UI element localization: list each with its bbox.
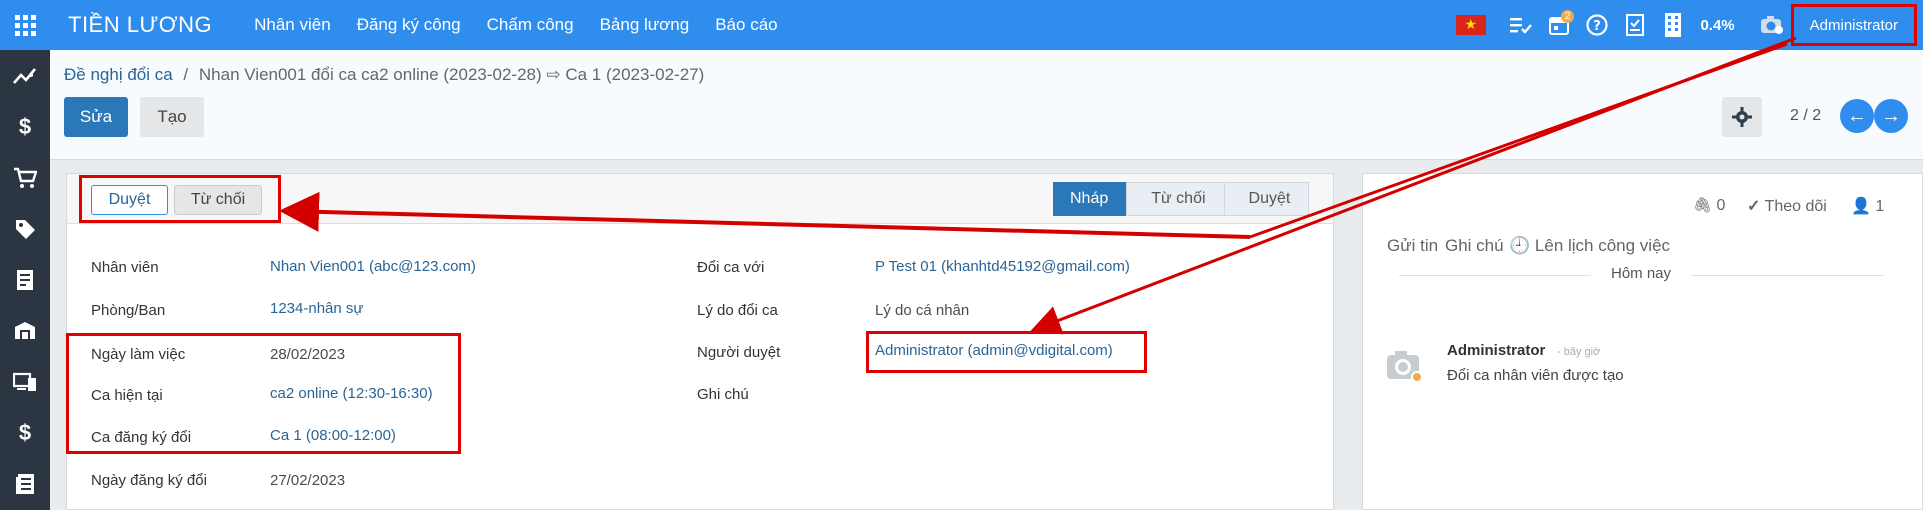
left-sidebar: $ $ [0,50,50,510]
breadcrumb: Đề nghị đổi ca / Nhan Vien001 đổi ca ca2… [64,65,704,85]
breadcrumb-current: Nhan Vien001 đổi ca ca2 online (2023-02-… [198,65,705,84]
svg-text:?: ? [1594,19,1602,34]
followers-count[interactable]: 👤 1 [1851,196,1884,216]
field-label-approver: Người duyệt [697,344,781,361]
clock-icon: 🕘 [1509,236,1531,255]
field-label-request-date: Ngày đăng ký đổi [91,472,207,489]
document-list-icon[interactable] [0,458,50,509]
highlight-box-buttons [79,175,281,223]
field-label-swap-with: Đổi ca với [697,259,765,276]
attachment-count-value: 0 [1716,197,1726,214]
field-label-department: Phòng/Ban [91,302,166,319]
usage-percent: 0.4% [1700,16,1735,34]
message-body: Đổi ca nhân viên được tạo [1447,367,1624,384]
company-building-icon[interactable] [1654,0,1692,50]
send-message-button[interactable]: Gửi tin [1387,236,1438,256]
field-value-employee[interactable]: Nhan Vien001 (abc@123.com) [270,258,476,275]
stage-rejected[interactable]: Từ chối [1126,182,1225,216]
highlight-box-shift-fields [66,333,461,454]
date-divider-label: Hôm nay [1591,265,1692,282]
follow-label: Theo dõi [1764,198,1827,215]
menu-nhan-vien[interactable]: Nhân viên [254,15,331,35]
follow-button[interactable]: ✓ Theo dõi [1747,196,1827,216]
receipt-icon[interactable] [0,254,50,305]
control-panel: Đề nghị đổi ca / Nhan Vien001 đổi ca ca2… [50,50,1923,160]
gear-icon[interactable] [1722,97,1762,137]
breadcrumb-separator: / [183,65,189,84]
stage-draft[interactable]: Nháp [1053,182,1128,216]
user-icon: 👤 [1851,198,1871,215]
menu-bao-cao[interactable]: Báo cáo [715,15,777,35]
help-icon[interactable]: ? [1578,0,1616,50]
pager-previous-icon[interactable]: ← [1840,99,1874,133]
menu-cham-cong[interactable]: Chấm công [487,15,574,35]
stage-pipeline: Nháp Từ chối Duyệt [1053,182,1310,216]
user-menu[interactable]: Administrator [1790,4,1917,46]
devices-icon[interactable] [0,356,50,407]
attachment-count[interactable]: 🖇 0 [1693,196,1725,215]
log-note-button[interactable]: Ghi chú [1445,236,1504,256]
dashboard-chart-icon[interactable] [0,50,50,101]
tasks-list-icon[interactable] [1502,0,1540,50]
apps-menu-icon[interactable] [0,0,50,50]
menu-dang-ky-cong[interactable]: Đăng ký công [357,15,461,35]
field-value-reason: Lý do cá nhân [875,302,970,319]
field-label-reason: Lý do đổi ca [697,302,778,319]
field-label-employee: Nhân viên [91,259,159,276]
cart-icon[interactable] [0,152,50,203]
activity-count-badge: 2 [1560,10,1575,23]
message-author[interactable]: Administrator [1447,342,1545,359]
breadcrumb-parent-link[interactable]: Đề nghị đổi ca [64,65,173,84]
stage-approved[interactable]: Duyệt [1223,182,1310,216]
field-label-note: Ghi chú [697,386,749,403]
dollar-icon[interactable]: $ [0,101,50,152]
checklist-icon[interactable] [1616,0,1654,50]
create-button[interactable]: Tạo [140,97,204,137]
inventory-boxes-icon[interactable] [0,305,50,356]
app-brand[interactable]: TIỀN LƯƠNG [68,12,212,38]
payroll-icon[interactable]: $ [0,407,50,458]
language-flag-icon[interactable] [1452,0,1490,50]
menu-bang-luong[interactable]: Bảng lương [600,15,690,35]
field-value-department[interactable]: 1234-nhân sự [270,300,363,317]
highlight-box-approver [866,331,1147,373]
check-icon: ✓ [1747,198,1761,215]
schedule-activity-label: Lên lịch công việc [1534,236,1671,255]
user-avatar-icon[interactable] [1753,0,1791,50]
top-navbar: TIỀN LƯƠNG Nhân viên Đăng ký công Chấm c… [0,0,1923,50]
edit-button[interactable]: Sửa [64,97,128,137]
followers-count-value: 1 [1875,198,1885,215]
top-right-systray: 2 ? 0.4% Administrator [1452,0,1923,50]
schedule-activity-button[interactable]: 🕘 Lên lịch công việc [1509,236,1670,256]
field-value-swap-with[interactable]: P Test 01 (khanhtd45192@gmail.com) [875,258,1130,275]
message-time: - bây giờ [1557,346,1601,358]
pager-next-icon[interactable]: → [1874,99,1908,133]
message-avatar-icon [1385,346,1425,386]
paperclip-icon: 🖇 [1693,197,1713,214]
field-value-request-date: 27/02/2023 [270,472,346,489]
chatter-panel: 🖇 0 ✓ Theo dõi 👤 1 Gửi tin Ghi chú 🕘 Lên… [1362,173,1923,510]
pager-value: 2 / 2 [1790,107,1822,124]
tag-icon[interactable] [0,203,50,254]
activity-calendar-icon[interactable]: 2 [1540,0,1578,50]
